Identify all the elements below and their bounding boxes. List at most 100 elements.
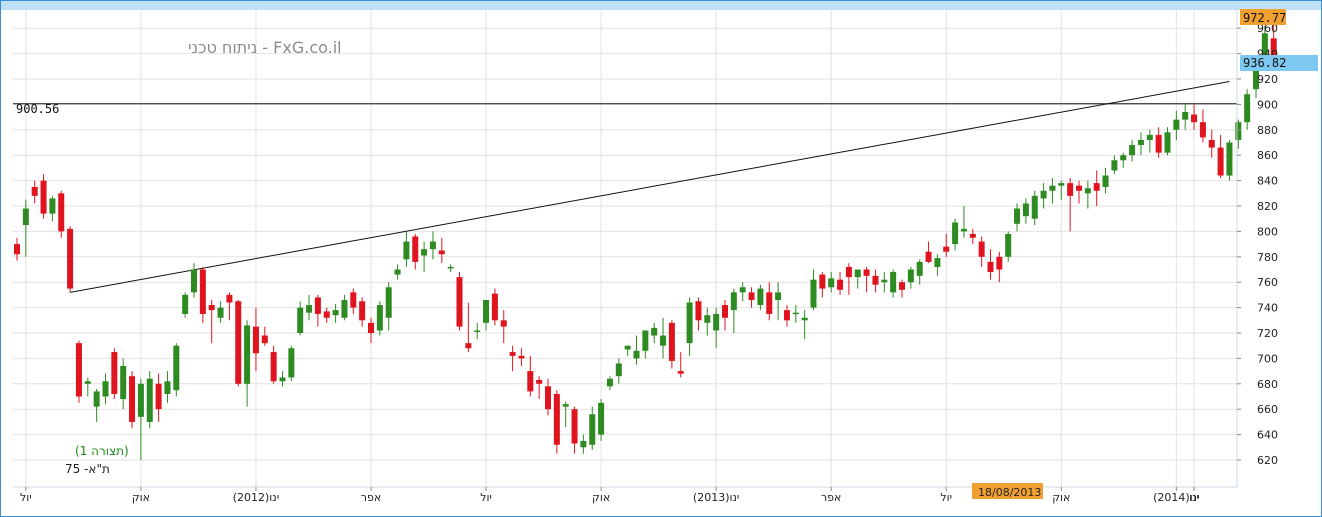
candle-body-17 [164, 381, 171, 394]
axes [13, 10, 1238, 488]
candle-body-93 [837, 279, 844, 290]
candle-138 [1235, 119, 1242, 149]
horizontal-level-label: 900.56 [16, 102, 59, 116]
candle-body-6 [67, 228, 74, 289]
candle-body-18 [173, 345, 180, 391]
candle-94 [845, 263, 852, 295]
candle-body-82 [739, 287, 746, 293]
candle-body-101 [907, 269, 914, 283]
candle-body-70 [633, 350, 640, 359]
candle-body-24 [226, 294, 233, 303]
candle-98 [881, 272, 888, 293]
candle-body-32 [297, 307, 304, 333]
y-tick-label-10: 820 [1257, 200, 1278, 213]
candles [14, 18, 1277, 460]
candle-body-41 [376, 305, 383, 331]
candle-126 [1129, 139, 1136, 162]
candle-58 [527, 355, 534, 397]
candle-104 [934, 254, 941, 276]
candle-body-105 [943, 246, 950, 252]
candle-50 [456, 272, 463, 331]
candle-87 [783, 305, 790, 327]
candle-103 [925, 241, 932, 264]
candle-body-137 [1226, 142, 1233, 176]
candle-123 [1102, 167, 1109, 194]
cursor-date-tag: 18/08/2013 [972, 483, 1043, 499]
candle-body-34 [314, 297, 321, 314]
x-tick-label-4: יול [480, 491, 492, 504]
candle-body-64 [580, 440, 587, 448]
trendline [70, 81, 1230, 293]
candle-133 [1191, 104, 1198, 130]
candle-body-61 [553, 393, 560, 445]
candle-28 [261, 326, 268, 346]
candle-29 [270, 345, 277, 384]
candle-33 [306, 294, 313, 321]
candle-body-43 [394, 269, 401, 275]
candle-body-99 [890, 272, 897, 293]
candle-95 [854, 269, 861, 289]
y-tick-label-2: 660 [1257, 403, 1278, 416]
candle-43 [394, 264, 401, 280]
candle-body-48 [438, 250, 445, 255]
y-tick-label-4: 700 [1257, 352, 1278, 365]
candle-86 [775, 282, 782, 321]
candle-body-108 [969, 233, 976, 238]
candle-body-80 [722, 305, 728, 318]
candle-body-103 [925, 251, 932, 262]
candle-body-60 [545, 386, 551, 410]
candle-22 [208, 299, 215, 344]
candle-body-102 [916, 261, 923, 276]
x-tick-label-3: אפר [361, 491, 381, 504]
candle-body-51 [465, 343, 472, 349]
candle-72 [651, 322, 658, 344]
candle-100 [899, 279, 905, 298]
candle-81 [730, 288, 737, 333]
candle-body-115 [1031, 195, 1038, 219]
candle-54 [491, 288, 498, 326]
candle-body-50 [456, 277, 463, 327]
candle-body-1 [22, 208, 29, 226]
candle-body-20 [191, 269, 197, 293]
candle-body-128 [1146, 134, 1153, 140]
candle-92 [828, 272, 835, 293]
candle-10 [102, 373, 109, 405]
x-tick-label-11: ינו [1189, 491, 1199, 504]
x-tick-label-7: אפר [821, 491, 841, 504]
candle-body-14 [137, 383, 144, 417]
candle-body-98 [881, 279, 888, 283]
candle-120 [1076, 180, 1082, 204]
candle-35 [323, 307, 330, 323]
candle-7 [75, 340, 82, 403]
candle-body-4 [49, 198, 56, 214]
candle-107 [960, 206, 967, 238]
candle-body-122 [1093, 183, 1100, 191]
candle-13 [129, 371, 136, 429]
candle-body-59 [536, 379, 543, 384]
x-tick-label-2: (2012)ינו [233, 491, 279, 504]
candle-57 [518, 348, 525, 367]
candle-body-66 [598, 402, 605, 435]
candle-137 [1226, 139, 1233, 181]
candle-body-11 [111, 352, 118, 394]
candle-body-114 [1022, 203, 1029, 217]
candle-body-109 [978, 241, 985, 257]
candle-body-56 [509, 352, 516, 356]
candle-body-47 [429, 241, 436, 250]
candle-body-77 [695, 301, 702, 321]
candle-115 [1031, 190, 1038, 226]
candle-48 [438, 237, 445, 264]
candle-body-91 [819, 274, 826, 289]
y-tick-label-7: 760 [1257, 276, 1278, 289]
y-tick-label-12: 860 [1257, 149, 1278, 162]
candle-16 [155, 373, 162, 422]
candle-body-123 [1102, 175, 1109, 187]
candle-body-67 [606, 378, 613, 387]
candle-45 [412, 233, 419, 270]
candle-64 [580, 434, 587, 454]
candle-42 [385, 282, 392, 331]
candle-body-134 [1199, 122, 1206, 138]
candle-41 [376, 301, 383, 336]
candle-body-132 [1182, 112, 1189, 120]
candle-39 [359, 297, 366, 327]
